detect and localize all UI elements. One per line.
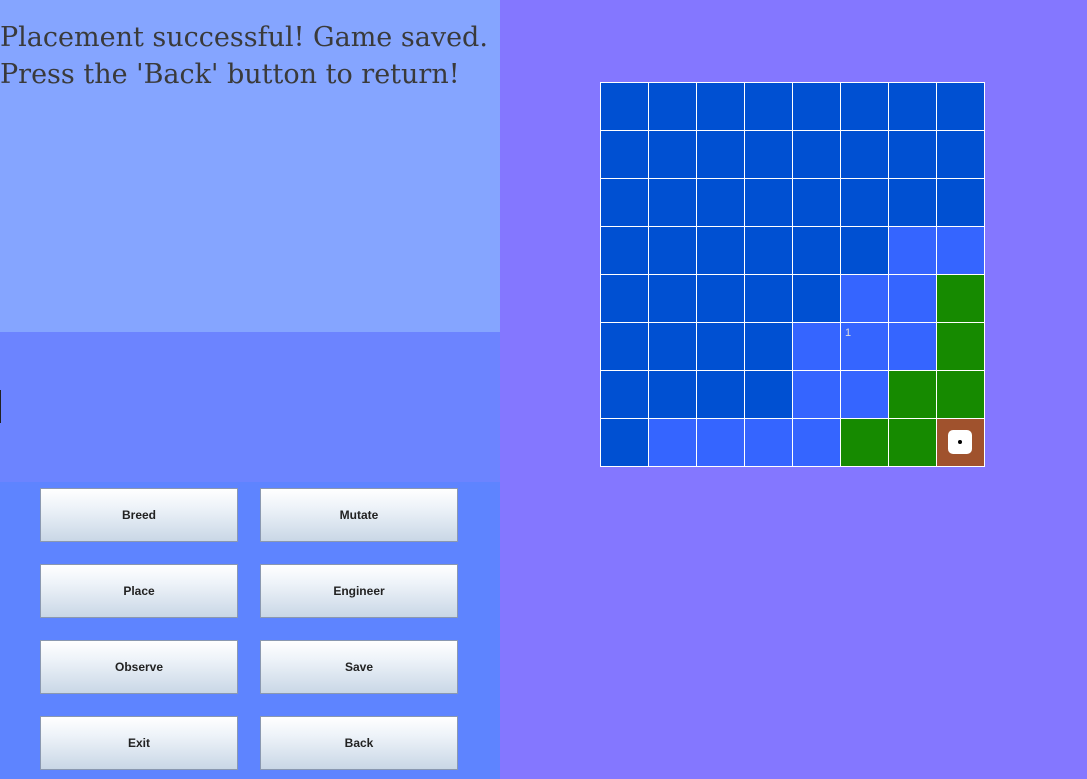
observe-button[interactable]: Observe bbox=[40, 640, 238, 694]
board-cell-deep-water[interactable] bbox=[745, 83, 792, 130]
board-cell-deep-water[interactable] bbox=[649, 323, 696, 370]
board-cell-deep-water[interactable] bbox=[841, 83, 888, 130]
board-cell-shallow-water[interactable] bbox=[889, 227, 936, 274]
back-button[interactable]: Back bbox=[260, 716, 458, 770]
board-cell-shallow-water[interactable] bbox=[793, 323, 840, 370]
board-cell-deep-water[interactable] bbox=[841, 131, 888, 178]
board-cell-deep-water[interactable] bbox=[793, 131, 840, 178]
board-cell-deep-water[interactable] bbox=[937, 131, 984, 178]
board-cell-grass[interactable] bbox=[937, 323, 984, 370]
board-cell-deep-water[interactable] bbox=[649, 371, 696, 418]
board-cell-deep-water[interactable] bbox=[745, 275, 792, 322]
place-button[interactable]: Place bbox=[40, 564, 238, 618]
board-cell-shallow-water[interactable] bbox=[889, 275, 936, 322]
engineer-button[interactable]: Engineer bbox=[260, 564, 458, 618]
board-cell-deep-water[interactable] bbox=[697, 131, 744, 178]
save-button[interactable]: Save bbox=[260, 640, 458, 694]
board-cell-shallow-water[interactable] bbox=[697, 419, 744, 466]
game-board: 1 bbox=[600, 82, 985, 467]
board-cell-deep-water[interactable] bbox=[601, 179, 648, 226]
board-cell-deep-water[interactable] bbox=[601, 227, 648, 274]
board-cell-shallow-water[interactable] bbox=[841, 275, 888, 322]
board-cell-grass[interactable] bbox=[937, 275, 984, 322]
control-panel: Placement successful! Game saved. Press … bbox=[0, 0, 500, 779]
board-cell-deep-water[interactable] bbox=[649, 227, 696, 274]
board-cell-deep-water[interactable] bbox=[841, 227, 888, 274]
board-cell-deep-water[interactable] bbox=[937, 83, 984, 130]
board-cell-deep-water[interactable] bbox=[793, 179, 840, 226]
board-cell-deep-water[interactable] bbox=[601, 275, 648, 322]
board-cell-shallow-water[interactable] bbox=[793, 419, 840, 466]
board-cell-deep-water[interactable] bbox=[745, 131, 792, 178]
board-cell-deep-water[interactable] bbox=[697, 371, 744, 418]
cell-label: 1 bbox=[845, 327, 852, 339]
board-cell-shallow-water[interactable] bbox=[745, 419, 792, 466]
input-panel[interactable] bbox=[0, 332, 500, 482]
board-cell-deep-water[interactable] bbox=[697, 179, 744, 226]
board-cell-deep-water[interactable] bbox=[793, 83, 840, 130]
die-piece-icon[interactable] bbox=[948, 430, 972, 454]
board-cell-deep-water[interactable] bbox=[745, 227, 792, 274]
board-cell-deep-water[interactable] bbox=[649, 275, 696, 322]
board-cell-deep-water[interactable] bbox=[745, 179, 792, 226]
board-cell-deep-water[interactable] bbox=[697, 227, 744, 274]
board-cell-deep-water[interactable] bbox=[649, 83, 696, 130]
breed-button[interactable]: Breed bbox=[40, 488, 238, 542]
board-cell-deep-water[interactable] bbox=[745, 371, 792, 418]
board-cell-deep-water[interactable] bbox=[601, 419, 648, 466]
board-cell-deep-water[interactable] bbox=[889, 179, 936, 226]
board-cell-deep-water[interactable] bbox=[889, 131, 936, 178]
board-cell-deep-water[interactable] bbox=[601, 371, 648, 418]
board-cell-deep-water[interactable] bbox=[793, 275, 840, 322]
board-cell-deep-water[interactable] bbox=[937, 179, 984, 226]
board-cell-shallow-water[interactable]: 1 bbox=[841, 323, 888, 370]
board-cell-deep-water[interactable] bbox=[889, 83, 936, 130]
board-cell-deep-water[interactable] bbox=[697, 323, 744, 370]
board-cell-deep-water[interactable] bbox=[601, 323, 648, 370]
board-cell-deep-water[interactable] bbox=[601, 83, 648, 130]
board-cell-deep-water[interactable] bbox=[601, 131, 648, 178]
board-cell-grass[interactable] bbox=[889, 371, 936, 418]
board-cell-deep-water[interactable] bbox=[649, 131, 696, 178]
mutate-button[interactable]: Mutate bbox=[260, 488, 458, 542]
board-cell-deep-water[interactable] bbox=[649, 179, 696, 226]
board-cell-grass[interactable] bbox=[889, 419, 936, 466]
board-cell-soil[interactable] bbox=[937, 419, 984, 466]
board-cell-deep-water[interactable] bbox=[793, 227, 840, 274]
board-cell-grass[interactable] bbox=[937, 371, 984, 418]
text-caret bbox=[0, 390, 1, 423]
status-message-line-1: Placement successful! Game saved. bbox=[0, 22, 488, 53]
board-cell-shallow-water[interactable] bbox=[841, 371, 888, 418]
board-cell-deep-water[interactable] bbox=[745, 323, 792, 370]
status-message-line-2: Press the 'Back' button to return! bbox=[0, 59, 460, 90]
message-panel: Placement successful! Game saved. Press … bbox=[0, 0, 500, 332]
exit-button[interactable]: Exit bbox=[40, 716, 238, 770]
board-cell-shallow-water[interactable] bbox=[649, 419, 696, 466]
board-cell-deep-water[interactable] bbox=[697, 83, 744, 130]
board-cell-shallow-water[interactable] bbox=[889, 323, 936, 370]
action-button-panel: Breed Mutate Place Engineer Observe Save… bbox=[0, 482, 500, 779]
board-cell-shallow-water[interactable] bbox=[793, 371, 840, 418]
board-cell-deep-water[interactable] bbox=[841, 179, 888, 226]
board-cell-shallow-water[interactable] bbox=[937, 227, 984, 274]
board-cell-grass[interactable] bbox=[841, 419, 888, 466]
board-cell-deep-water[interactable] bbox=[697, 275, 744, 322]
